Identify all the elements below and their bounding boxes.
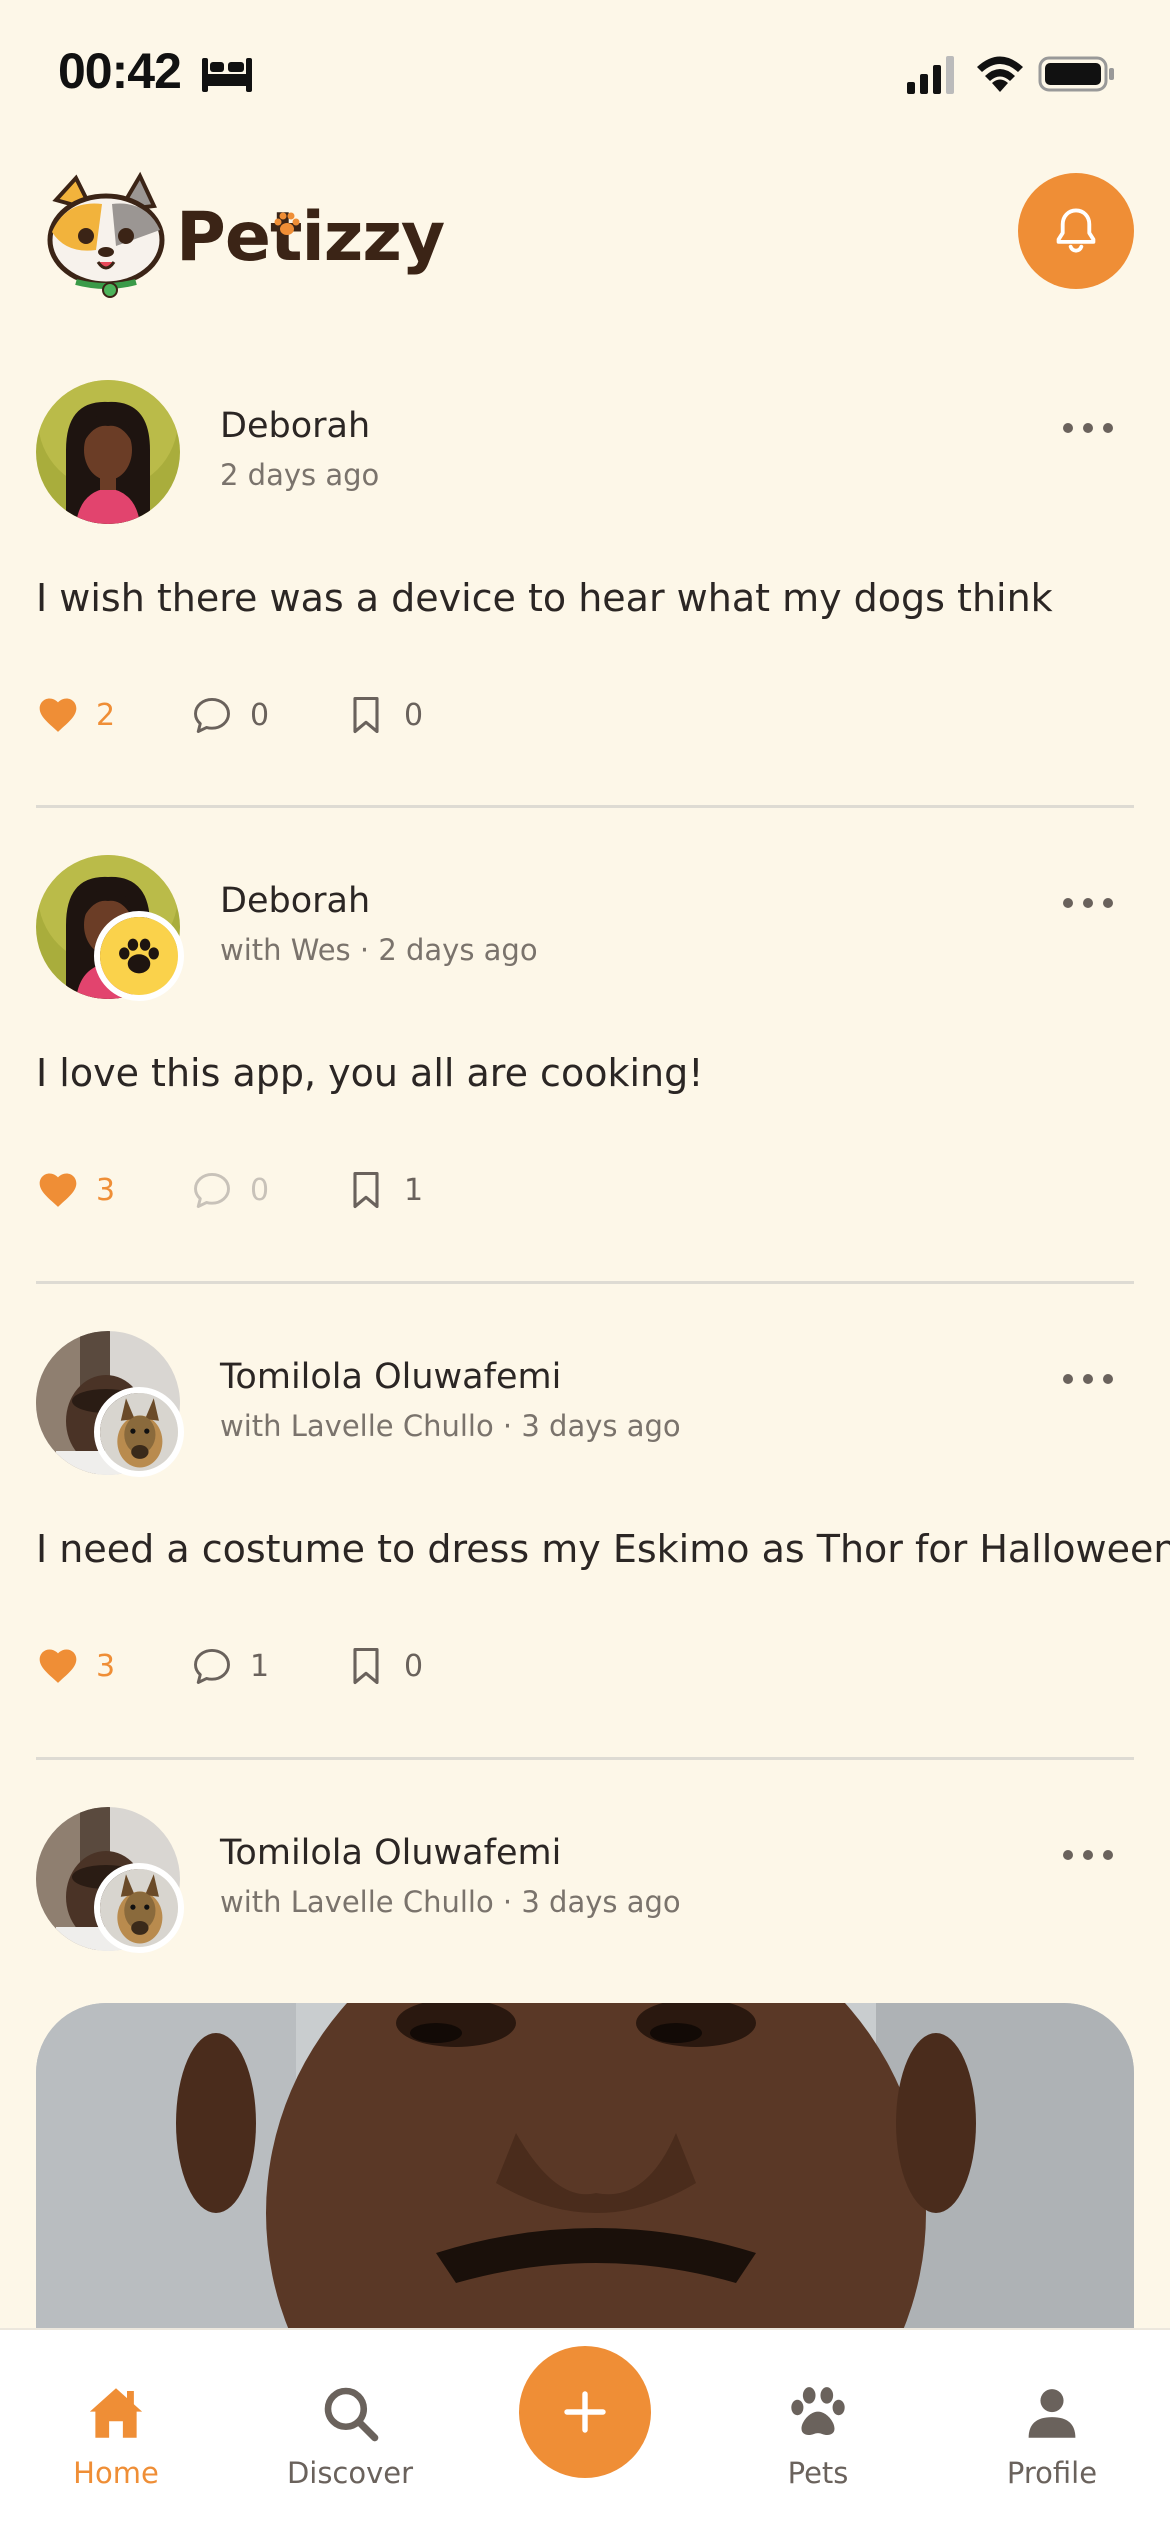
save-count: 0 — [404, 697, 424, 733]
post-author[interactable]: Tomilola Oluwafemi — [220, 1833, 561, 1873]
pet-avatar-badge — [94, 1387, 184, 1477]
comment-icon — [190, 693, 234, 737]
nav-profile-label: Profile — [1006, 2456, 1098, 2490]
paw-icon — [791, 2387, 845, 2435]
like-button[interactable]: 2 — [36, 690, 115, 740]
heart-icon — [36, 1644, 80, 1688]
author-avatar[interactable] — [36, 380, 180, 524]
post-media-image[interactable] — [36, 2003, 1134, 2343]
bookmark-icon — [344, 1168, 388, 1212]
avatar-image — [36, 380, 180, 524]
post-author[interactable]: Deborah — [220, 406, 370, 446]
paw-accent-icon — [274, 212, 300, 235]
app-header: Petizzy — [0, 150, 1170, 320]
save-button[interactable]: 1 — [344, 1165, 423, 1215]
nav-discover-label: Discover — [286, 2456, 414, 2490]
comment-count: 0 — [250, 1172, 270, 1208]
comment-icon — [190, 1168, 234, 1212]
like-button[interactable]: 3 — [36, 1165, 115, 1215]
comment-button[interactable]: 0 — [190, 1165, 269, 1215]
bottom-navigation: Home Discover Pets Profile — [0, 2328, 1170, 2532]
comment-count: 1 — [250, 1648, 270, 1684]
author-avatar[interactable] — [36, 1807, 184, 1951]
save-count: 0 — [404, 1648, 424, 1684]
post-meta: with Lavelle Chullo · 3 days ago — [220, 1409, 681, 1443]
more-options-icon[interactable] — [1060, 893, 1116, 913]
comment-count: 0 — [250, 697, 270, 733]
nav-profile[interactable]: Profile — [972, 2330, 1132, 2532]
nav-home-label: Home — [73, 2456, 159, 2490]
more-options-icon[interactable] — [1060, 1369, 1116, 1389]
post-author[interactable]: Deborah — [220, 881, 370, 921]
bed-icon — [202, 58, 252, 92]
feed-screen: 00:42 Petizzy Deborah 2 days ago I wish … — [0, 0, 1170, 2532]
more-options-icon[interactable] — [1060, 418, 1116, 438]
post-card: Deborah with Wes · 2 days ago I love thi… — [36, 855, 1134, 1215]
post-text: I wish there was a device to hear what m… — [36, 576, 1053, 620]
comment-button[interactable]: 0 — [190, 690, 269, 740]
post-actions: 3 0 1 — [36, 1165, 536, 1215]
like-count: 3 — [96, 1648, 116, 1684]
status-time: 00:42 — [58, 43, 182, 99]
create-post-button[interactable] — [519, 2346, 651, 2478]
plus-icon — [564, 2391, 606, 2433]
post-text: I need a costume to dress my Eskimo as T… — [36, 1527, 1170, 1571]
author-avatar[interactable] — [36, 1331, 184, 1475]
heart-icon — [36, 693, 80, 737]
like-count: 3 — [96, 1172, 116, 1208]
nav-discover[interactable]: Discover — [270, 2330, 430, 2532]
post-meta: with Lavelle Chullo · 3 days ago — [220, 1885, 681, 1919]
notifications-button[interactable] — [1018, 173, 1134, 289]
like-count: 2 — [96, 697, 116, 733]
comment-icon — [190, 1644, 234, 1688]
save-button[interactable]: 0 — [344, 1641, 423, 1691]
post-divider — [36, 1281, 1134, 1284]
search-icon — [324, 2387, 379, 2442]
post-actions: 3 1 0 — [36, 1641, 536, 1691]
post-card: Tomilola Oluwafemi with Lavelle Chullo ·… — [36, 1331, 1170, 1691]
heart-icon — [36, 1168, 80, 1212]
post-card: Deborah 2 days ago I wish there was a de… — [36, 380, 1134, 740]
author-avatar[interactable] — [36, 855, 184, 1001]
more-options-icon[interactable] — [1060, 1845, 1116, 1865]
wifi-icon — [977, 56, 1023, 92]
post-divider — [36, 1757, 1134, 1760]
app-logo: Petizzy — [36, 170, 445, 300]
post-author[interactable]: Tomilola Oluwafemi — [220, 1357, 561, 1397]
bell-icon — [1056, 208, 1096, 253]
post-meta: 2 days ago — [220, 458, 380, 492]
status-bar: 00:42 — [0, 0, 1170, 150]
person-icon — [1028, 2389, 1076, 2438]
post-card: Tomilola Oluwafemi with Lavelle Chullo ·… — [36, 1807, 1134, 1997]
nav-home[interactable]: Home — [36, 2330, 196, 2532]
signal-icon — [907, 56, 954, 94]
battery-icon — [1038, 56, 1114, 92]
bookmark-icon — [344, 693, 388, 737]
nav-pets[interactable]: Pets — [738, 2330, 898, 2532]
post-divider — [36, 805, 1134, 808]
nav-pets-label: Pets — [787, 2456, 849, 2490]
mascot-logo-icon — [47, 171, 165, 298]
bookmark-icon — [344, 1644, 388, 1688]
app-name: Petizzy — [176, 198, 445, 277]
post-actions: 2 0 0 — [36, 690, 536, 740]
post-meta: with Wes · 2 days ago — [220, 933, 538, 967]
post-text: I love this app, you all are cooking! — [36, 1051, 704, 1095]
comment-button[interactable]: 1 — [190, 1641, 269, 1691]
pet-paw-badge-icon — [94, 911, 184, 1001]
home-icon — [89, 2388, 143, 2438]
pet-avatar-badge — [94, 1863, 184, 1953]
save-button[interactable]: 0 — [344, 690, 423, 740]
like-button[interactable]: 3 — [36, 1641, 115, 1691]
save-count: 1 — [404, 1172, 424, 1208]
